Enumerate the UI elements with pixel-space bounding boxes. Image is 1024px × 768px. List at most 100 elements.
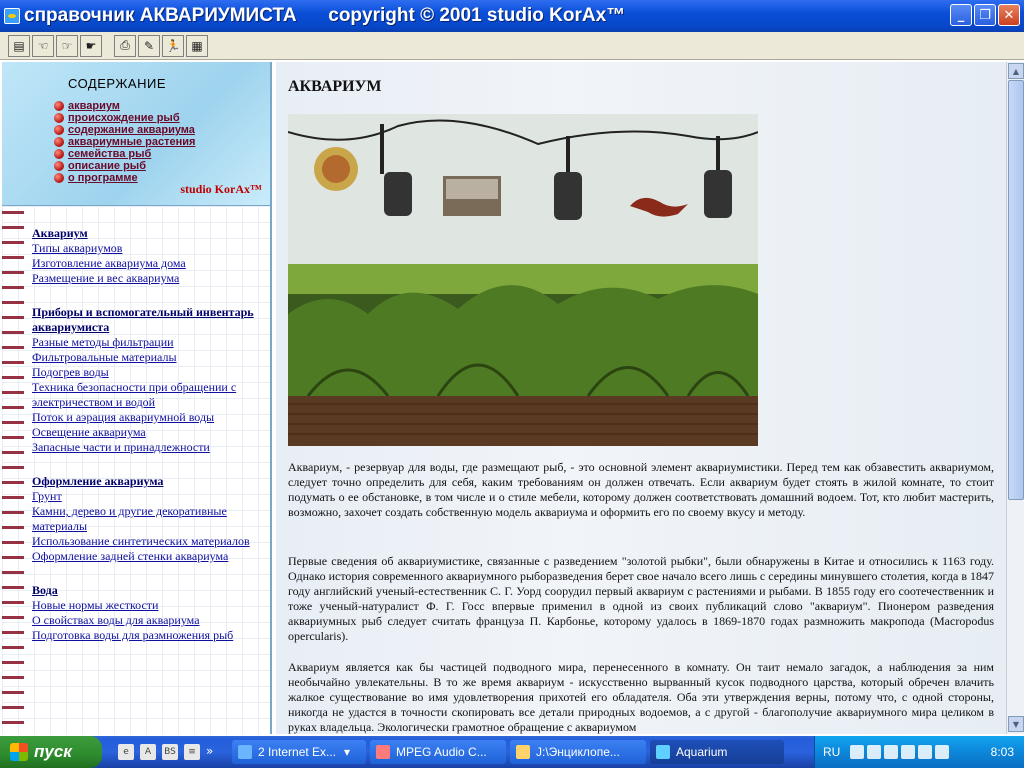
contents-item[interactable]: семейства рыб — [54, 148, 195, 160]
tray-icon[interactable] — [884, 745, 899, 759]
nav-item: Размещение и вес аквариума — [32, 271, 268, 286]
maximize-button[interactable]: ❐ — [974, 4, 996, 26]
nav-link[interactable]: Изготовление аквариума дома — [32, 256, 186, 270]
contents-panel: СОДЕРЖАНИЕ аквариум происхождение рыб со… — [2, 62, 272, 206]
contents-item[interactable]: аквариумные растения — [54, 136, 195, 148]
bs-icon[interactable]: BS — [162, 744, 178, 760]
window-controls: _ ❐ ✕ — [950, 4, 1020, 26]
aquarium-photo — [288, 114, 758, 446]
contents-item[interactable]: описание рыб — [54, 160, 195, 172]
taskbar-button-aquarium[interactable]: Aquarium — [650, 740, 784, 764]
scroll-thumb[interactable] — [1008, 80, 1024, 500]
contents-item[interactable]: происхождение рыб — [54, 112, 195, 124]
nav-item: Изготовление аквариума дома — [32, 256, 268, 271]
contents-link[interactable]: о программе — [68, 172, 138, 184]
folder-icon — [516, 745, 530, 759]
content-scrollbar[interactable]: ▲ ▼ — [1006, 62, 1024, 734]
aquarium-app-icon[interactable] — [4, 8, 20, 24]
tools-icon[interactable]: ✎ — [138, 34, 160, 57]
bullet-icon — [54, 149, 64, 159]
task-label: MPEG Audio C... — [396, 745, 487, 759]
start-button[interactable]: пуск — [0, 736, 102, 768]
nav-link[interactable]: Поток и аэрация аквариумной воды — [32, 410, 214, 424]
notepad-icon[interactable]: ≡ — [184, 744, 200, 760]
system-tray: RU 8:03 — [814, 736, 1024, 768]
contents-link[interactable]: содержание аквариума — [68, 124, 195, 136]
tray-icon[interactable] — [867, 745, 882, 759]
nav-link[interactable]: Освещение аквариума — [32, 425, 146, 439]
taskbar-button-mpeg-audio[interactable]: MPEG Audio C... — [370, 740, 506, 764]
contents-link[interactable]: аквариум — [68, 100, 120, 112]
nav-link[interactable]: О свойствах воды для аквариума — [32, 613, 200, 627]
audio-app-icon — [376, 745, 390, 759]
tray-icon[interactable] — [935, 745, 950, 759]
nav-link[interactable]: Оформление аквариума — [32, 474, 163, 488]
contents-icon[interactable]: ▤ — [8, 34, 30, 57]
nav-section-head: Приборы и вспомогательный инвентарь аква… — [32, 305, 268, 335]
ie-icon[interactable]: e — [118, 744, 134, 760]
tray-icon[interactable] — [918, 745, 933, 759]
aquarium-app-icon — [656, 745, 670, 759]
nav-link[interactable]: Приборы и вспомогательный инвентарь аква… — [32, 305, 254, 334]
nav-link[interactable]: Камни, дерево и другие декоративные мате… — [32, 504, 227, 533]
contents-item[interactable]: о программе — [54, 172, 195, 184]
tray-icon[interactable] — [901, 745, 916, 759]
nav-link[interactable]: Типы аквариумов — [32, 241, 122, 255]
exit-runner-icon[interactable]: 🏃 — [162, 34, 184, 57]
nav-link[interactable]: Подготовка воды для размножения рыб — [32, 628, 233, 642]
topic-list: Аквариум Типы аквариумов Изготовление ак… — [32, 226, 268, 643]
article-paragraph: Аквариум, - резервуар для воды, где разм… — [288, 460, 994, 519]
acrobat-icon[interactable]: A — [140, 744, 156, 760]
nav-link[interactable]: Разные методы фильтрации — [32, 335, 174, 349]
windows-flag-icon — [10, 743, 28, 761]
nav-item: Камни, дерево и другие декоративные мате… — [32, 504, 268, 534]
pointer-hand-icon[interactable]: ☛ — [80, 34, 102, 57]
forward-hand-icon[interactable]: ☞ — [56, 34, 78, 57]
nav-gap — [32, 286, 268, 305]
bullet-icon — [54, 113, 64, 123]
nav-link[interactable]: Использование синтетических материалов — [32, 534, 250, 548]
taskbar-button-internet-explorer[interactable]: 2 Internet Ex... ▾ — [232, 740, 366, 764]
task-label: J:\Энциклопе... — [536, 745, 620, 759]
taskbar: пуск e A BS ≡ » 2 Internet Ex... ▾ MPEG … — [0, 736, 1024, 768]
contents-link[interactable]: описание рыб — [68, 160, 146, 172]
minimize-button[interactable]: _ — [950, 4, 972, 26]
contents-item[interactable]: аквариум — [54, 100, 195, 112]
tray-icon[interactable] — [850, 745, 865, 759]
back-hand-icon[interactable]: ☜ — [32, 34, 54, 57]
start-label: пуск — [34, 742, 72, 761]
bullet-icon — [54, 101, 64, 111]
contents-list: аквариум происхождение рыб содержание ак… — [54, 100, 195, 184]
contents-link[interactable]: семейства рыб — [68, 148, 151, 160]
nav-link[interactable]: Подогрев воды — [32, 365, 109, 379]
article-paragraph: Первые сведения об аквариумистике, связа… — [288, 554, 994, 643]
nav-link[interactable]: Вода — [32, 583, 58, 597]
quick-launch-overflow[interactable]: » — [206, 744, 213, 760]
group-arrow-icon: ▾ — [344, 745, 351, 759]
aquarium-photo-drawing — [288, 114, 758, 446]
film-icon[interactable]: ▦ — [186, 34, 208, 57]
window-title: справочник АКВАРИУМИСТА copyright © 2001… — [24, 5, 626, 26]
taskbar-button-folder[interactable]: J:\Энциклопе... — [510, 740, 646, 764]
nav-link[interactable]: Грунт — [32, 489, 62, 503]
nav-section-head: Вода — [32, 583, 268, 598]
nav-link[interactable]: Фильтровальные материалы — [32, 350, 177, 364]
nav-link[interactable]: Оформление задней стенки аквариума — [32, 549, 228, 563]
toolbar: ▤ ☜ ☞ ☛ ⎙ ✎ 🏃 ▦ — [0, 32, 1024, 60]
language-indicator[interactable]: RU — [823, 745, 840, 759]
contents-link[interactable]: происхождение рыб — [68, 112, 180, 124]
print-icon[interactable]: ⎙ — [114, 34, 136, 57]
nav-link[interactable]: Новые нормы жесткости — [32, 598, 158, 612]
bullet-icon — [54, 161, 64, 171]
bullet-icon — [54, 125, 64, 135]
nav-link[interactable]: Техника безопасности при обращении с эле… — [32, 380, 236, 409]
quick-launch: e A BS ≡ » — [118, 744, 228, 760]
contents-item[interactable]: содержание аквариума — [54, 124, 195, 136]
nav-link[interactable]: Запасные части и принадлежности — [32, 440, 210, 454]
contents-link[interactable]: аквариумные растения — [68, 136, 195, 148]
close-button[interactable]: ✕ — [998, 4, 1020, 26]
scroll-down-icon[interactable]: ▼ — [1008, 716, 1024, 732]
scroll-up-icon[interactable]: ▲ — [1008, 63, 1024, 79]
nav-link[interactable]: Размещение и вес аквариума — [32, 271, 179, 285]
nav-link[interactable]: Аквариум — [32, 226, 88, 240]
